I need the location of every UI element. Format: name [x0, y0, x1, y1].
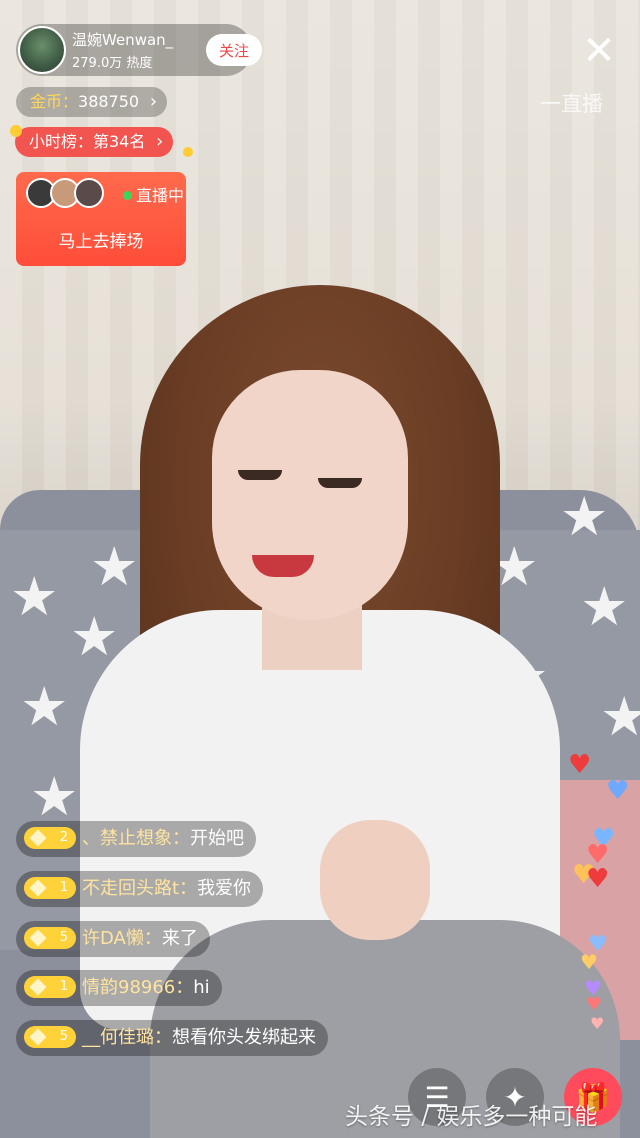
live-status: 直播中: [136, 186, 185, 205]
heart-icon: ♥: [586, 864, 610, 894]
star-pattern: ★: [90, 535, 139, 598]
chat-text: 来了: [161, 928, 198, 949]
streamer-eye: [238, 470, 282, 480]
viewer-avatar: [74, 178, 104, 208]
chevron-right-icon: ›: [149, 91, 158, 112]
live-stream-screen: ★ ★ ★ ★ ★ ★ ★ ★ ★ ★ 温婉Wenwan_ 279.0万 热度 …: [0, 0, 640, 1138]
streamer-face: [212, 370, 408, 620]
source-watermark: 头条号 / 娱乐多一种可能: [345, 1104, 598, 1130]
chat-username[interactable]: __何佳璐：: [82, 1027, 172, 1048]
star-pattern: ★: [30, 765, 79, 828]
close-icon[interactable]: ✕: [578, 30, 620, 72]
hourly-rank-pill[interactable]: 小时榜：第34名 ›: [15, 127, 174, 157]
live-dot-icon: [123, 191, 132, 200]
diamond-icon: [29, 829, 47, 846]
star-pattern: ★: [560, 485, 609, 548]
heart-icon: ♥: [580, 950, 598, 974]
platform-watermark: 一直播: [540, 92, 603, 116]
anchor-info-card[interactable]: 温婉Wenwan_ 279.0万 热度 关注: [16, 24, 262, 76]
diamond-icon: [29, 879, 47, 896]
streamer-eye: [318, 478, 362, 488]
chat-message: 5 许DA懒：来了: [16, 921, 210, 957]
heart-icon: ♥: [568, 750, 592, 780]
chat-text: 想看你头发绑起来: [172, 1027, 316, 1048]
star-pattern: ★: [600, 685, 640, 748]
chat-username[interactable]: 不走回头路t：: [82, 878, 197, 899]
hourly-rank-label: 小时榜：第34名: [29, 132, 146, 151]
chat-message: 1 不走回头路t：我爱你: [16, 871, 264, 907]
live-promo-card[interactable]: 直播中 马上去捧场: [16, 172, 186, 266]
go-support-button[interactable]: 马上去捧场: [16, 222, 186, 262]
chat-text: 开始吧: [190, 828, 244, 849]
chevron-right-icon: ›: [156, 131, 164, 152]
level-badge: 5: [24, 926, 76, 949]
star-pattern: ★: [580, 575, 629, 638]
star-pattern: ★: [20, 675, 69, 738]
chat-message: 5 __何佳璐：想看你头发绑起来: [16, 1020, 328, 1056]
level-badge: 1: [24, 876, 76, 899]
coins-value: 388750: [78, 92, 140, 111]
heart-icon: ♥: [586, 994, 603, 1015]
chat-username[interactable]: 情韵98966：: [82, 977, 193, 998]
sparkle-icon: [183, 147, 193, 157]
diamond-icon: [29, 1028, 47, 1045]
chat-message: 1 情韵98966：hi: [16, 970, 222, 1006]
coins-label: 金币：: [30, 92, 79, 111]
anchor-avatar[interactable]: [18, 26, 66, 74]
chat-text: hi: [193, 977, 210, 998]
anchor-heat: 279.0万 热度: [72, 56, 153, 71]
chat-message: 2 、禁止想象：开始吧: [16, 821, 256, 857]
diamond-icon: [29, 978, 47, 995]
streamer-hands: [320, 820, 430, 940]
follow-button[interactable]: 关注: [206, 34, 262, 66]
level-badge: 5: [24, 1025, 76, 1048]
chat-username[interactable]: 许DA懒：: [82, 928, 162, 949]
heart-icon: ♥: [590, 1014, 605, 1033]
clock-icon: [10, 125, 22, 137]
heart-icon: ♥: [606, 776, 630, 806]
chat-username[interactable]: 、禁止想象：: [82, 828, 190, 849]
anchor-name: 温婉Wenwan_: [72, 31, 174, 49]
coins-pill[interactable]: 金币：388750 ›: [16, 87, 168, 117]
level-badge: 2: [24, 826, 76, 849]
diamond-icon: [29, 929, 47, 946]
chat-text: 我爱你: [197, 878, 252, 899]
star-pattern: ★: [70, 605, 119, 668]
level-badge: 1: [24, 975, 76, 998]
star-pattern: ★: [10, 565, 59, 628]
